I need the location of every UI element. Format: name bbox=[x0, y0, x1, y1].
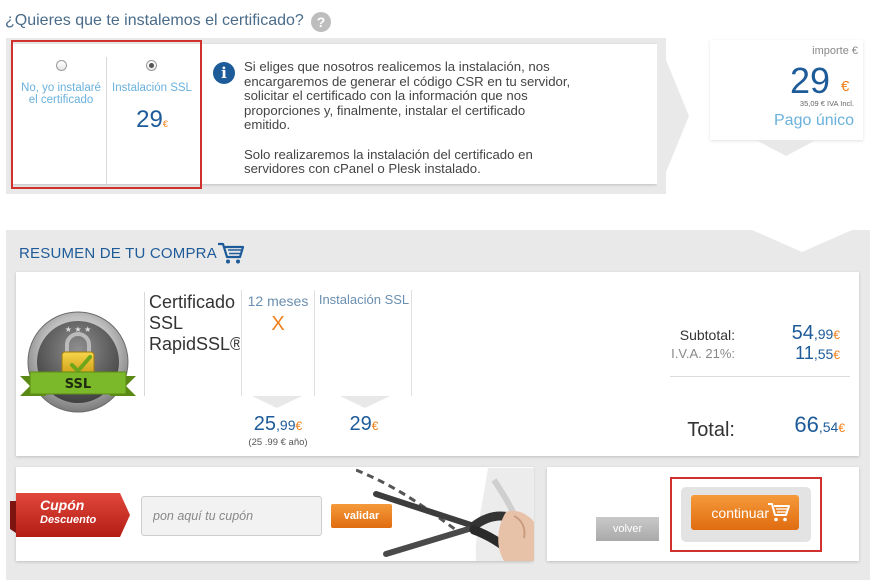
cart-icon bbox=[768, 503, 790, 522]
continue-button-label: continuar bbox=[711, 504, 769, 521]
subtotal-dec: ,99 bbox=[813, 326, 834, 342]
price-card-payment-type: Pago único bbox=[774, 112, 855, 129]
period-price-per-year: (25 .99 € año) bbox=[248, 437, 308, 448]
iva-label: I.V.A. 21%: bbox=[671, 346, 735, 361]
remove-period-button[interactable]: X bbox=[241, 313, 315, 336]
subtotal-label: Subtotal: bbox=[679, 327, 735, 343]
ssl-badge-icon: ★ ★ ★ SSL bbox=[20, 311, 136, 413]
info-icon: i bbox=[213, 62, 235, 84]
total-currency: € bbox=[838, 421, 845, 435]
coupon-ribbon-title: Cupón bbox=[40, 497, 85, 513]
ssl-badge-text: SSL bbox=[65, 377, 91, 392]
subtotal-currency: € bbox=[833, 328, 840, 342]
period-price-currency: € bbox=[295, 419, 303, 433]
back-button[interactable]: volver bbox=[596, 517, 659, 541]
period-column-pointer bbox=[252, 396, 302, 408]
total-dec: ,54 bbox=[818, 419, 839, 435]
highlight-box-install-options bbox=[11, 40, 202, 189]
install-info-paragraph-1: Si eliges que nosotros realicemos la ins… bbox=[244, 59, 571, 132]
chevron-right-icon bbox=[657, 38, 689, 194]
install-info-paragraph-2: Solo realizaremos la instalación del cer… bbox=[244, 146, 533, 176]
iva-int: 11 bbox=[795, 343, 814, 363]
iva-dec: ,55 bbox=[813, 346, 834, 362]
summary-divider bbox=[144, 292, 145, 396]
scissors-icon bbox=[356, 468, 534, 561]
total-int: 66 bbox=[794, 412, 819, 437]
subtotal-value: 54,99€ bbox=[760, 322, 840, 345]
install-price-currency: € bbox=[371, 419, 379, 433]
price-card-iva: 35,09 € IVA Incl. bbox=[799, 99, 854, 108]
price-card-label: importe € bbox=[812, 45, 858, 57]
install-question-title: ¿Quieres que te instalemos el certificad… bbox=[5, 12, 304, 29]
install-column-pointer bbox=[340, 396, 390, 408]
install-price-value: 29 bbox=[349, 413, 372, 435]
period-price-dec: ,99 bbox=[276, 417, 296, 433]
coupon-ribbon-subtitle: Descuento bbox=[40, 514, 97, 526]
period-price-int: 25 bbox=[253, 413, 277, 435]
period-label: 12 meses bbox=[247, 293, 309, 309]
product-name: Certificado SSL RapidSSL® bbox=[149, 292, 240, 355]
help-icon[interactable]: ? bbox=[311, 12, 331, 32]
install-column-label: Instalación SSL bbox=[318, 292, 410, 307]
price-card-amount: 29 bbox=[790, 60, 831, 101]
summary-notch bbox=[752, 230, 852, 252]
cart-icon bbox=[218, 242, 245, 264]
install-info-text: Si eliges que nosotros realicemos la ins… bbox=[244, 59, 574, 192]
price-card-currency: € bbox=[841, 78, 850, 95]
total-divider bbox=[670, 376, 850, 377]
total-label: Total: bbox=[687, 419, 735, 441]
coupon-input[interactable] bbox=[141, 496, 322, 536]
iva-currency: € bbox=[833, 348, 840, 362]
iva-value: 11,55€ bbox=[760, 343, 840, 364]
total-value: 66,54€ bbox=[760, 412, 845, 438]
price-card-pointer bbox=[756, 140, 816, 156]
product-name-text: Certificado SSL RapidSSL® bbox=[149, 292, 240, 354]
subtotal-int: 54 bbox=[791, 322, 814, 344]
summary-title: RESUMEN DE TU COMPRA bbox=[19, 245, 217, 262]
period-price: 25,99€ bbox=[240, 413, 316, 436]
install-price: 29€ bbox=[316, 413, 412, 436]
